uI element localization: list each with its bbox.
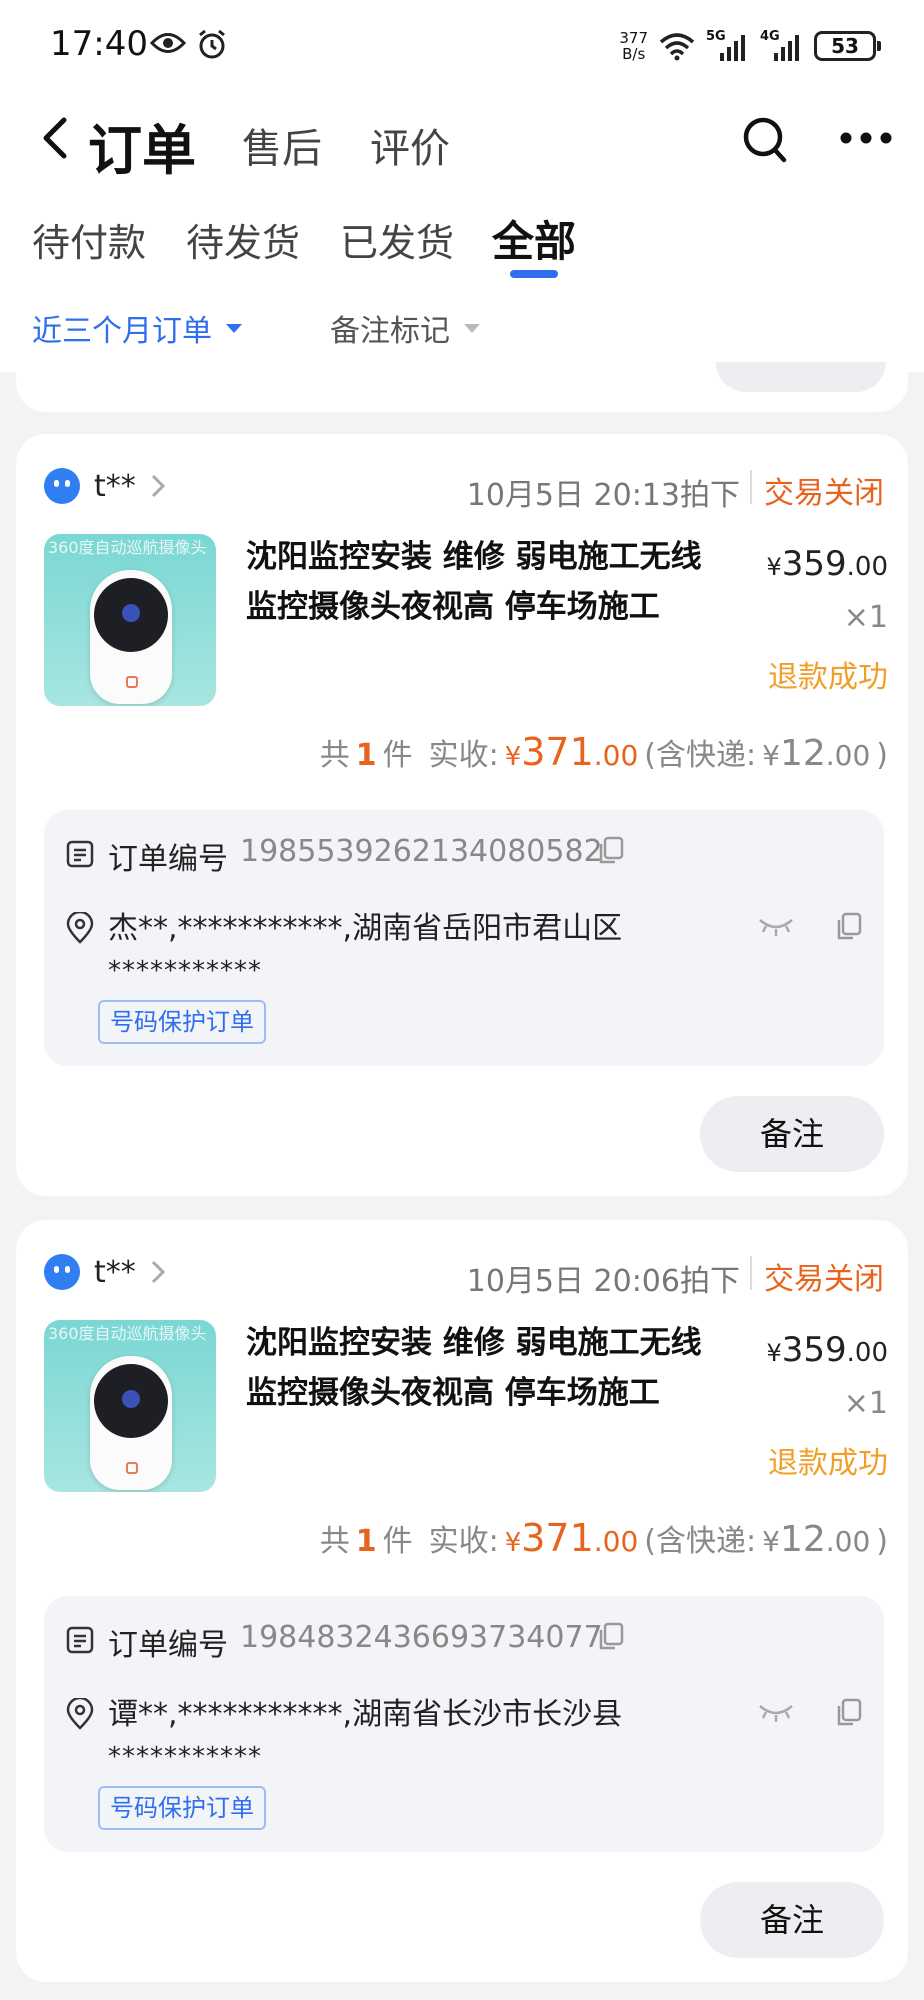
shipping-fee: ¥12.00 (762, 733, 871, 774)
copy-icon[interactable] (834, 912, 862, 942)
shop-avatar-icon (44, 468, 80, 504)
shipping-address: 谭**,***********,湖南省长沙市长沙县 (108, 1697, 623, 1732)
previous-order-card (16, 362, 908, 412)
number-protection-badge: 号码保护订单 (98, 1000, 266, 1044)
note-button[interactable]: 备注 (700, 1882, 884, 1958)
address-detail-masked: *********** (108, 956, 262, 986)
number-protection-badge: 号码保护订单 (98, 1786, 266, 1830)
status-icons: 377 B/s 5G 4G 53 (619, 26, 881, 66)
back-icon[interactable] (40, 116, 70, 160)
chevron-right-icon (151, 474, 165, 498)
order-number-label: 订单编号 (108, 1628, 228, 1663)
camera-led (126, 1462, 138, 1474)
camera-led (126, 676, 138, 688)
shipping-fee: ¥12.00 (762, 1519, 871, 1560)
order-status-tabs: 待付款 待发货 已发货 全部 (0, 182, 924, 292)
header: 订单 售后 评价 (0, 92, 924, 182)
dropdown-triangle-icon (464, 323, 480, 333)
divider (750, 1256, 752, 1290)
order-number-label: 订单编号 (108, 842, 228, 877)
order-info-box: 订单编号 1984832436693734077 谭**,***********… (44, 1596, 884, 1852)
unit-price: ¥359.00 (766, 1330, 888, 1370)
thumbnail-banner-text: 360度自动巡航摄像头 (48, 538, 207, 556)
product-title[interactable]: 沈阳监控安装 维修 弱电施工无线监控摄像头夜视高 停车场施工 (246, 532, 722, 632)
more-icon[interactable] (838, 130, 894, 146)
tab-review[interactable]: 评价 (370, 116, 450, 174)
camera-lens-center (122, 1390, 140, 1408)
thumbnail-banner-text: 360度自动巡航摄像头 (48, 1324, 207, 1342)
refund-status[interactable]: 退款成功 (768, 652, 888, 696)
shop-link[interactable]: t** (44, 468, 166, 504)
shop-name: t** (94, 468, 136, 504)
signal-4g-icon: 4G (760, 29, 804, 61)
paid-amount: ¥371.00 (504, 1516, 639, 1560)
order-summary: 共 1 件 实收: ¥371.00 (含快递: ¥12.00 ) (319, 730, 888, 774)
copy-icon[interactable] (596, 1622, 624, 1652)
product-thumbnail[interactable]: 360度自动巡航摄像头 (44, 1320, 216, 1492)
date-range-label: 近三个月订单 (32, 314, 212, 349)
tab-all[interactable]: 全部 (492, 208, 576, 269)
order-card[interactable]: t** 10月5日 20:06拍下 交易关闭 360度自动巡航摄像头 沈阳监控安… (16, 1220, 908, 1982)
refund-status[interactable]: 退款成功 (768, 1438, 888, 1482)
unit-price: ¥359.00 (766, 544, 888, 584)
location-pin-icon (66, 912, 94, 944)
order-number-icon (66, 1626, 94, 1654)
search-icon[interactable] (742, 116, 788, 164)
product-title[interactable]: 沈阳监控安装 维修 弱电施工无线监控摄像头夜视高 停车场施工 (246, 1318, 722, 1418)
product-thumbnail[interactable]: 360度自动巡航摄像头 (44, 534, 216, 706)
note-button[interactable]: 备注 (700, 1096, 884, 1172)
tab-pending-shipment[interactable]: 待发货 (186, 212, 300, 267)
filter-bar: 近三个月订单 备注标记 (0, 292, 924, 372)
order-status: 交易关闭 (764, 476, 884, 511)
active-tab-indicator (510, 270, 558, 278)
previous-card-button[interactable] (716, 362, 886, 392)
order-card[interactable]: t** 10月5日 20:13拍下 交易关闭 360度自动巡航摄像头 沈阳监控安… (16, 434, 908, 1196)
eye-closed-icon[interactable] (758, 916, 794, 938)
shipping-address: 杰**,***********,湖南省岳阳市君山区 (108, 911, 623, 946)
shop-link[interactable]: t** (44, 1254, 166, 1290)
order-status: 交易关闭 (764, 1262, 884, 1297)
shop-name: t** (94, 1254, 136, 1290)
item-count: 1 (355, 1524, 377, 1559)
order-number: 1984832436693734077 (240, 1620, 603, 1655)
paid-amount: ¥371.00 (504, 730, 639, 774)
order-time: 10月5日 20:13拍下 (466, 478, 740, 513)
tab-aftersale[interactable]: 售后 (242, 116, 322, 174)
camera-lens-center (122, 604, 140, 622)
order-time: 10月5日 20:06拍下 (466, 1264, 740, 1299)
tab-pending-payment[interactable]: 待付款 (32, 212, 146, 267)
order-summary: 共 1 件 实收: ¥371.00 (含快递: ¥12.00 ) (319, 1516, 888, 1560)
quantity: ×1 (843, 1386, 888, 1421)
page-title[interactable]: 订单 (88, 106, 196, 185)
alarm-icon (199, 29, 225, 59)
note-mark-label: 备注标记 (330, 314, 450, 349)
battery-icon: 53 (814, 31, 881, 61)
status-bar: 17:40 377 B/s 5G 4G 53 (0, 0, 924, 92)
chevron-right-icon (151, 1260, 165, 1284)
signal-5g-icon: 5G (706, 29, 750, 61)
quantity: ×1 (843, 600, 888, 635)
copy-icon[interactable] (834, 1698, 862, 1728)
order-number: 1985539262134080582 (240, 834, 603, 869)
network-speed: 377 B/s (619, 29, 648, 63)
shop-avatar-icon (44, 1254, 80, 1290)
dropdown-triangle-icon (226, 323, 242, 333)
eye-icon (150, 33, 186, 53)
wifi-icon (659, 33, 695, 61)
date-range-filter[interactable]: 近三个月订单 (32, 306, 242, 350)
item-count: 1 (355, 738, 377, 773)
eye-closed-icon[interactable] (758, 1702, 794, 1724)
tab-shipped[interactable]: 已发货 (340, 212, 454, 267)
note-mark-filter[interactable]: 备注标记 (330, 306, 480, 350)
address-detail-masked: *********** (108, 1742, 262, 1772)
order-info-box: 订单编号 1985539262134080582 杰**,***********… (44, 810, 884, 1066)
location-pin-icon (66, 1698, 94, 1730)
copy-icon[interactable] (596, 836, 624, 866)
divider (750, 470, 752, 504)
order-number-icon (66, 840, 94, 868)
clock: 17:40 (50, 24, 148, 64)
